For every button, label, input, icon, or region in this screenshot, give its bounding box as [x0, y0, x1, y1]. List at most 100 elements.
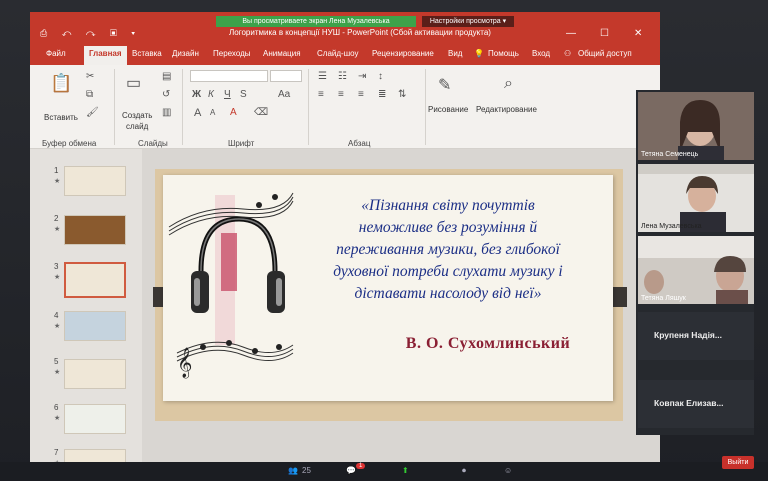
align-left-icon[interactable]: ≡ — [318, 89, 324, 100]
leave-button[interactable]: Выйти — [722, 456, 754, 469]
section-icon[interactable]: ▥ — [162, 107, 171, 118]
tab-file[interactable]: Файл — [46, 49, 66, 58]
tab-transitions[interactable]: Переходы — [213, 49, 251, 58]
participant-video — [638, 92, 754, 160]
group-slides-label: Слайды — [138, 139, 168, 148]
strikethrough-button[interactable]: S — [240, 89, 247, 100]
slide-editor: 𝄞 «Пізнання світу почуттів неможливе без… — [142, 149, 660, 474]
tab-home[interactable]: Главная — [84, 46, 127, 65]
tab-design[interactable]: Дизайн — [172, 49, 199, 58]
clipboard-icon[interactable]: 📋 — [50, 73, 72, 94]
align-center-icon[interactable]: ≡ — [338, 89, 344, 100]
indent-icon[interactable]: ⇥ — [358, 71, 366, 82]
thumb-number: 2 — [54, 214, 59, 223]
copy-icon[interactable]: ⧉ — [86, 89, 93, 100]
divider — [182, 69, 183, 145]
slide-thumbnail-1[interactable] — [64, 166, 126, 196]
drawing-button[interactable]: Рисование — [428, 105, 468, 114]
tab-help[interactable]: Помощь — [488, 49, 519, 58]
reset-icon[interactable]: ↺ — [162, 89, 170, 100]
share-screen-icon[interactable]: ⬆ — [402, 466, 409, 475]
ribbon: 📋 Вставить ✂ ⧉ 🖌 ▭ Создать слайд ▤ ↺ ▥ Ж… — [30, 65, 660, 149]
new-slide-label-2[interactable]: слайд — [126, 122, 148, 131]
clear-format-icon[interactable]: ⌫ — [254, 107, 268, 118]
underline-button[interactable]: Ч — [224, 89, 231, 100]
document-title: Логоритмика в концепції НУШ - PowerPoint… — [229, 28, 491, 37]
quote-line: діставати насолоду від неї» — [354, 285, 542, 302]
chat-icon[interactable]: 💬 — [346, 466, 356, 475]
person-icon: ⚇ — [564, 49, 572, 58]
group-font-label: Шрифт — [228, 139, 255, 148]
participant-name: Крупеня Надія... — [654, 330, 722, 340]
slide-thumbnail-4[interactable] — [64, 311, 126, 341]
bullets-icon[interactable]: ☰ — [318, 71, 327, 82]
video-participants-panel: Тетяна Семенець Лена Музалевська Тетяна … — [636, 90, 754, 435]
minimize-icon[interactable]: — — [566, 28, 576, 39]
editing-button[interactable]: Редактирование — [476, 105, 537, 114]
change-case-icon[interactable]: Aa — [278, 89, 290, 100]
justify-icon[interactable]: ≣ — [378, 89, 386, 100]
font-color-icon[interactable]: A — [230, 107, 237, 118]
numbering-icon[interactable]: ☷ — [338, 71, 347, 82]
meeting-toolbar: 👥 25 💬 1 ⬆ ⏺ ☺ — [0, 462, 768, 481]
paste-button[interactable]: Вставить — [44, 113, 78, 122]
thumb-number: 6 — [54, 403, 59, 412]
divider — [425, 69, 426, 145]
font-size-select[interactable] — [270, 70, 302, 82]
text-direction-icon[interactable]: ⇅ — [398, 89, 406, 100]
close-icon[interactable]: ✕ — [634, 28, 642, 39]
participant-name-tile[interactable]: Крупеня Надія... — [638, 312, 754, 360]
align-right-icon[interactable]: ≡ — [358, 89, 364, 100]
view-settings-button[interactable]: Настройки просмотра ▾ — [422, 16, 514, 27]
participants-icon[interactable]: 👥 — [288, 466, 298, 475]
headphones-music-illustration: 𝄞 — [168, 192, 294, 379]
slide-thumbnail-2[interactable] — [64, 215, 126, 245]
tab-insert[interactable]: Вставка — [132, 49, 162, 58]
slide-thumbnail-6[interactable] — [64, 404, 126, 434]
participant-video-tile[interactable]: Тетяна Семенець — [638, 92, 754, 160]
participant-video — [638, 164, 754, 232]
slide-thumbnail-3[interactable] — [64, 262, 126, 298]
font-shrink-button[interactable]: A — [210, 108, 215, 117]
cut-icon[interactable]: ✂ — [86, 71, 94, 82]
format-painter-icon[interactable]: 🖌 — [86, 107, 99, 118]
title-bar: ⎙ ↶ ↷ ▣ ▾ Вы просматриваете экран Лена М… — [30, 12, 660, 45]
italic-button[interactable]: К — [208, 89, 214, 100]
new-slide-icon[interactable]: ▭ — [126, 73, 141, 93]
share-button[interactable]: Общий доступ — [578, 49, 632, 58]
quote-line: переживання музики, без глибокої — [336, 241, 560, 258]
reactions-icon[interactable]: ☺ — [504, 466, 512, 475]
record-icon[interactable]: ⏺ — [462, 466, 466, 476]
tab-view[interactable]: Вид — [448, 49, 462, 58]
participant-video — [638, 236, 754, 304]
layout-icon[interactable]: ▤ — [162, 71, 171, 82]
tab-animation[interactable]: Анимация — [263, 49, 301, 58]
thumb-star-icon: ★ — [54, 226, 61, 233]
line-spacing-icon[interactable]: ↕ — [378, 71, 383, 82]
current-slide[interactable]: 𝄞 «Пізнання світу почуттів неможливе без… — [153, 169, 627, 421]
drawing-icon[interactable]: ✎ — [438, 75, 451, 95]
screen-share-banner: Вы просматриваете экран Лена Музалевська — [216, 16, 416, 27]
divider — [114, 69, 115, 145]
quick-access-toolbar[interactable]: ⎙ ↶ ↷ ▣ ▾ — [40, 28, 141, 39]
restore-icon[interactable]: ☐ — [600, 28, 609, 39]
tab-slideshow[interactable]: Слайд-шоу — [317, 49, 358, 58]
lightbulb-icon: 💡 — [474, 49, 484, 58]
font-family-select[interactable] — [190, 70, 268, 82]
editing-search-icon[interactable]: ⌕ — [504, 75, 513, 93]
slide-thumbnail-5[interactable] — [64, 359, 126, 389]
thumb-number: 1 — [54, 166, 59, 175]
new-slide-label-1[interactable]: Создать — [122, 111, 152, 120]
participant-name: Ковпак Елизав... — [654, 398, 724, 408]
font-grow-button[interactable]: A — [194, 107, 201, 119]
bold-button[interactable]: Ж — [192, 89, 201, 100]
tab-review[interactable]: Рецензирование — [372, 49, 434, 58]
signin-link[interactable]: Вход — [532, 49, 550, 58]
thumb-number: 5 — [54, 357, 59, 366]
participant-name-tile[interactable]: Ковпак Елизав... — [638, 380, 754, 428]
thumb-star-icon: ★ — [54, 369, 61, 376]
thumb-star-icon: ★ — [54, 415, 61, 422]
thumb-number: 3 — [54, 262, 59, 271]
participant-video-tile[interactable]: Лена Музалевська — [638, 164, 754, 232]
participant-video-tile[interactable]: Тетяна Ляшук — [638, 236, 754, 304]
